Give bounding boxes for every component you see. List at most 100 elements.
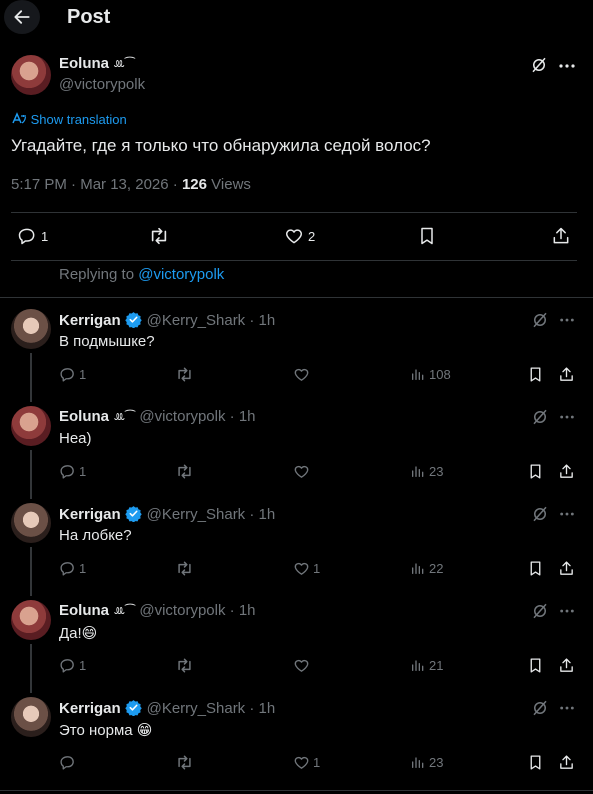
views-icon — [410, 657, 426, 673]
post-time[interactable]: 5:17 PM — [11, 176, 67, 193]
grok-icon[interactable] — [531, 699, 549, 717]
reply-avatar[interactable] — [11, 503, 51, 543]
post-date[interactable]: Mar 13, 2026 — [80, 176, 168, 193]
like-button[interactable] — [293, 366, 313, 383]
like-count: 1 — [313, 755, 321, 770]
reply-time[interactable]: 1h — [259, 312, 276, 329]
views-button[interactable]: 23 — [410, 754, 443, 770]
more-icon[interactable] — [559, 608, 575, 614]
share-icon[interactable] — [558, 366, 575, 383]
retweet-button[interactable] — [175, 463, 197, 480]
heart-icon — [293, 463, 310, 480]
reply-author-handle[interactable]: @victorypolk — [139, 408, 225, 425]
reply-author-handle[interactable]: @Kerry_Shark — [147, 700, 246, 717]
reply-icon — [59, 560, 76, 577]
views-button[interactable]: 21 — [410, 657, 443, 673]
thread-line — [30, 644, 32, 693]
reply-author-handle[interactable]: @Kerry_Shark — [147, 506, 246, 523]
like-button[interactable] — [293, 657, 313, 674]
views-button[interactable]: 22 — [410, 560, 443, 576]
reply-time[interactable]: 1h — [239, 408, 256, 425]
thread-line — [30, 450, 32, 499]
verified-badge-icon — [125, 699, 142, 716]
grok-icon[interactable] — [531, 408, 549, 426]
show-translation-link[interactable]: Show translation — [11, 112, 127, 127]
reply-button[interactable]: 1 — [59, 366, 86, 383]
share-icon[interactable] — [558, 463, 575, 480]
bookmark-icon[interactable] — [527, 560, 544, 577]
more-icon[interactable] — [559, 414, 575, 420]
bookmark-icon[interactable] — [527, 754, 544, 771]
grok-icon[interactable] — [531, 602, 549, 620]
views-count: 108 — [429, 366, 451, 382]
retweet-icon[interactable] — [148, 226, 170, 246]
like-button[interactable]: 1 — [293, 754, 320, 771]
back-button[interactable] — [4, 0, 40, 34]
more-icon[interactable] — [558, 63, 576, 69]
views-icon — [410, 560, 426, 576]
reply-time[interactable]: 1h — [259, 700, 276, 717]
retweet-button[interactable] — [175, 560, 197, 577]
reply-author-handle[interactable]: @victorypolk — [139, 602, 225, 619]
reply-icon — [59, 657, 76, 674]
share-icon[interactable] — [558, 657, 575, 674]
grok-icon[interactable] — [531, 311, 549, 329]
more-icon[interactable] — [559, 705, 575, 711]
heart-icon — [293, 754, 310, 771]
views-count: 126 — [181, 176, 207, 193]
author-handle[interactable]: @victorypolk — [59, 76, 145, 93]
reply-avatar[interactable] — [11, 406, 51, 446]
reply-author-name[interactable]: Eoluna — [59, 602, 109, 619]
author-avatar[interactable] — [11, 55, 51, 95]
bookmark-icon[interactable] — [417, 226, 437, 246]
retweet-button[interactable] — [175, 657, 197, 674]
reply-avatar[interactable] — [11, 697, 51, 737]
reply-button[interactable]: 1 — [59, 657, 86, 674]
reply-button[interactable] — [59, 754, 79, 771]
reply-time[interactable]: 1h — [259, 506, 276, 523]
bookmark-icon[interactable] — [527, 366, 544, 383]
reply-author-name[interactable]: Kerrigan — [59, 506, 121, 523]
more-icon[interactable] — [559, 317, 575, 323]
like-button[interactable]: 1 — [293, 560, 320, 577]
views-count: 22 — [429, 560, 444, 576]
grok-icon[interactable] — [531, 505, 549, 523]
main-like-button[interactable]: 2 — [284, 226, 315, 246]
author-name[interactable]: Eoluna ꔛ⁀ — [59, 55, 135, 72]
reply-author-handle[interactable]: @Kerry_Shark — [147, 312, 246, 329]
verified-badge-icon — [125, 505, 142, 522]
thread-line — [30, 547, 32, 596]
reply-header: Kerrigan @Kerry_Shark · 1h — [59, 699, 275, 718]
replying-to-handle[interactable]: @victorypolk — [138, 266, 224, 283]
views-button[interactable]: 108 — [410, 366, 451, 382]
views-button[interactable]: 23 — [410, 463, 443, 479]
reply-avatar[interactable] — [11, 600, 51, 640]
reply-avatar[interactable] — [11, 309, 51, 349]
reply-button[interactable]: 1 — [59, 463, 86, 480]
share-icon[interactable] — [551, 226, 571, 246]
reply-count: 1 — [79, 367, 87, 382]
retweet-icon — [175, 754, 194, 771]
reply-time[interactable]: 1h — [239, 602, 256, 619]
verified-badge-icon — [125, 311, 142, 328]
reply-author-name[interactable]: Kerrigan — [59, 312, 121, 329]
reply-header: Eoluna ꔛ⁀ @victorypolk · 1h — [59, 602, 256, 620]
share-icon[interactable] — [558, 754, 575, 771]
reply-button[interactable]: 1 — [59, 560, 86, 577]
main-reply-button[interactable]: 1 — [17, 226, 48, 246]
reply-text: Да!😄 — [59, 625, 98, 642]
retweet-button[interactable] — [175, 366, 197, 383]
author-name-emoji-icon: ꔛ⁀ — [113, 410, 135, 424]
views-count: 23 — [429, 754, 444, 770]
reply-text: Неа) — [59, 430, 92, 447]
reply-author-name[interactable]: Kerrigan — [59, 700, 121, 717]
retweet-button[interactable] — [175, 754, 197, 771]
like-button[interactable] — [293, 463, 313, 480]
grok-icon[interactable] — [530, 56, 548, 74]
more-icon[interactable] — [559, 511, 575, 517]
bookmark-icon[interactable] — [527, 657, 544, 674]
share-icon[interactable] — [558, 560, 575, 577]
replying-to: Replying to @victorypolk — [59, 266, 225, 283]
bookmark-icon[interactable] — [527, 463, 544, 480]
reply-author-name[interactable]: Eoluna — [59, 408, 109, 425]
